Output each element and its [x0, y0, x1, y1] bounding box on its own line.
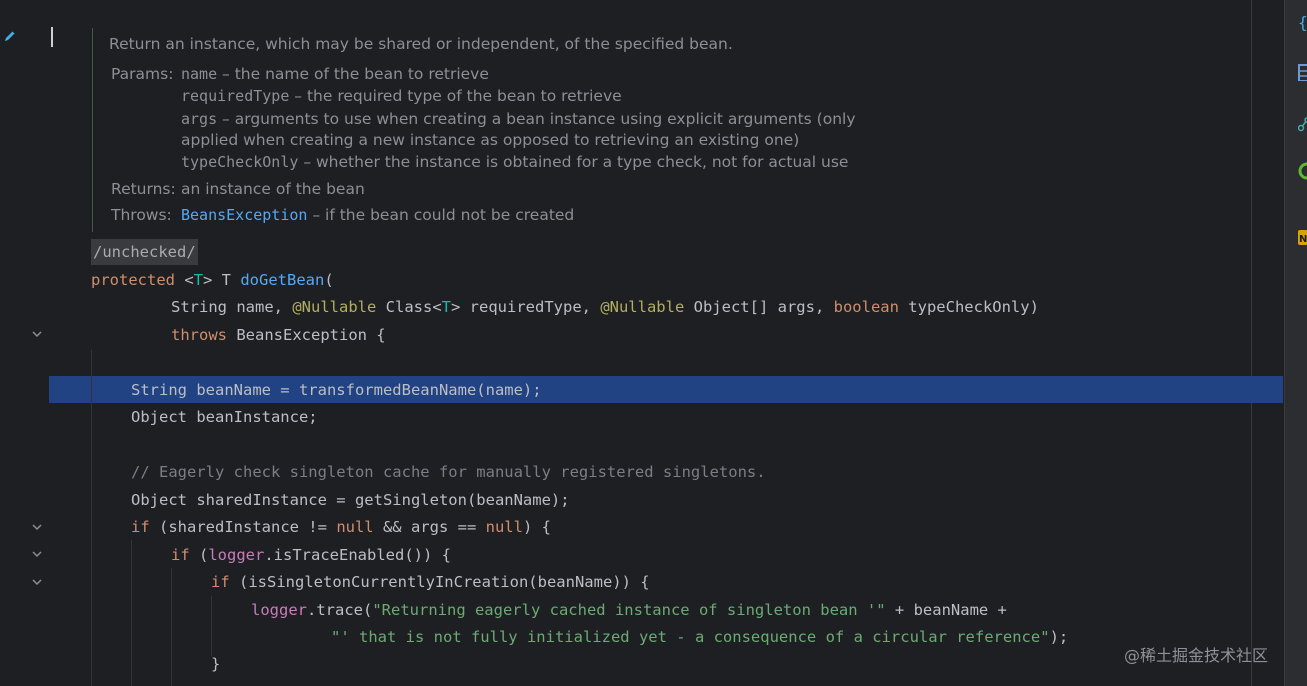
- right-margin-guide: [1251, 0, 1252, 686]
- doc-throws: BeansException – if the bean could not b…: [181, 206, 575, 224]
- doc-param-continued: applied when creating a new instance as …: [181, 131, 800, 149]
- chevron-down-icon[interactable]: [30, 327, 44, 341]
- notifications-icon[interactable]: N: [1298, 228, 1307, 246]
- right-tool-strip: [1284, 0, 1307, 686]
- code-line: }: [211, 655, 221, 673]
- json-icon[interactable]: {: [1298, 14, 1307, 32]
- doc-returns: an instance of the bean: [181, 180, 365, 198]
- indent-guide: [131, 540, 132, 686]
- code-line: if (isSingletonCurrentlyInCreation(beanN…: [211, 573, 650, 591]
- code-line: String name, @Nullable Class<T> required…: [171, 298, 1039, 316]
- code-line: throws BeansException {: [171, 326, 386, 344]
- editor-gutter: [0, 0, 49, 686]
- javadoc-block: Return an instance, which may be shared …: [92, 28, 1243, 232]
- doc-param: requiredType – the required type of the …: [181, 87, 622, 105]
- code-line: if (sharedInstance != null && args == nu…: [131, 518, 551, 536]
- doc-returns-label: Returns:: [111, 180, 176, 198]
- code-line: protected <T> T doGetBean(: [91, 271, 334, 289]
- watermark: @稀土掘金技术社区: [1124, 646, 1269, 665]
- svg-text:{: {: [1298, 14, 1307, 32]
- beans-exception-link[interactable]: BeansException: [181, 206, 307, 224]
- text-caret: [51, 27, 53, 47]
- code-comment: // Eagerly check singleton cache for man…: [131, 463, 766, 481]
- chevron-down-icon[interactable]: [30, 575, 44, 589]
- graph-icon[interactable]: [1298, 114, 1307, 132]
- indent-guide: [211, 596, 212, 656]
- doc-params-label: Params:: [111, 65, 174, 83]
- doc-param: name – the name of the bean to retrieve: [181, 65, 489, 83]
- plugin-icon[interactable]: [1298, 162, 1307, 180]
- code-line: Object sharedInstance = getSingleton(bea…: [131, 491, 570, 509]
- chevron-down-icon[interactable]: [30, 520, 44, 534]
- indent-guide: [91, 350, 92, 686]
- code-line: Object beanInstance;: [131, 408, 318, 426]
- database-icon[interactable]: [1298, 63, 1307, 81]
- code-line-current: String beanName = transformedBeanName(na…: [131, 381, 542, 399]
- indent-guide: [171, 568, 172, 686]
- chevron-down-icon[interactable]: [30, 547, 44, 561]
- code-line: logger.trace("Returning eagerly cached i…: [251, 601, 1007, 619]
- doc-param: args – arguments to use when creating a …: [181, 110, 856, 128]
- svg-text:N: N: [1299, 234, 1307, 245]
- code-line: "' that is not fully initialized yet - a…: [331, 628, 1069, 646]
- pencil-icon[interactable]: [3, 29, 17, 43]
- suppress-warnings-annotation[interactable]: /unchecked/: [91, 239, 198, 265]
- doc-param: typeCheckOnly – whether the instance is …: [181, 153, 849, 171]
- doc-throws-label: Throws:: [111, 206, 172, 224]
- code-line: if (logger.isTraceEnabled()) {: [171, 546, 451, 564]
- doc-summary: Return an instance, which may be shared …: [109, 35, 733, 53]
